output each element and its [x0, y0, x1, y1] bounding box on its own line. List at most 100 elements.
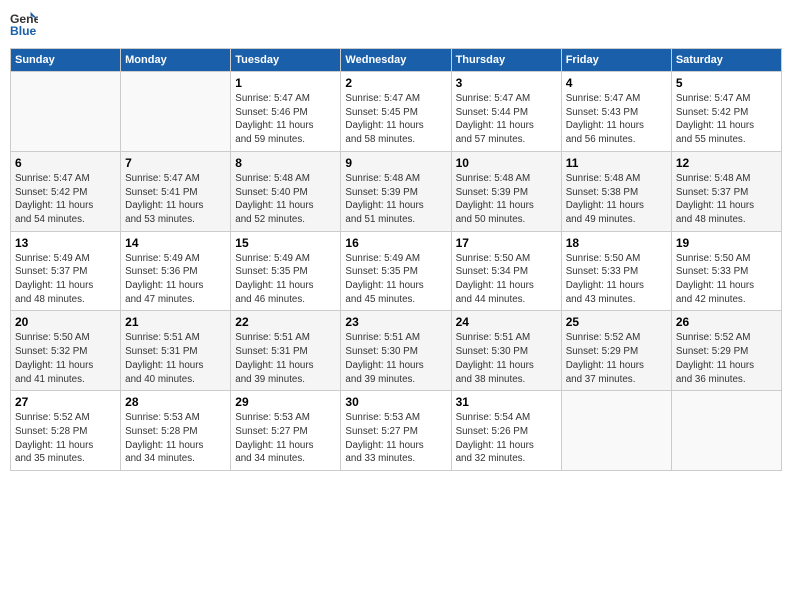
day-number: 11: [566, 156, 667, 170]
calendar-day-cell: 9Sunrise: 5:48 AM Sunset: 5:39 PM Daylig…: [341, 151, 451, 231]
day-header-thursday: Thursday: [451, 49, 561, 72]
day-number: 27: [15, 395, 116, 409]
day-number: 15: [235, 236, 336, 250]
day-number: 1: [235, 76, 336, 90]
day-number: 28: [125, 395, 226, 409]
day-number: 4: [566, 76, 667, 90]
calendar-day-cell: 28 Sunrise: 5:53 AM Sunset: 5:28 PM Dayli…: [121, 391, 231, 471]
calendar-day-cell: 10 Sunrise: 5:48 AM Sunset: 5:39 PM Dayli…: [451, 151, 561, 231]
calendar-header-row: SundayMondayTuesdayWednesdayThursdayFrid…: [11, 49, 782, 72]
day-info: Sunrise: 5:49 AM Sunset: 5:35 PM Dayligh…: [235, 252, 336, 307]
day-header-wednesday: Wednesday: [341, 49, 451, 72]
day-number: 18: [566, 236, 667, 250]
calendar-day-cell: 5Sunrise: 5:47 AM Sunset: 5:42 PM Daylig…: [671, 72, 781, 152]
day-info: Sunrise: 5:50 AM Sunset: 5:32 PM Dayligh…: [15, 331, 116, 386]
day-info: Sunrise: 5:47 AM Sunset: 5:44 PM Dayligh…: [456, 92, 557, 147]
day-info: Sunrise: 5:48 AM Sunset: 5:39 PM Dayligh…: [456, 172, 557, 227]
calendar-day-cell: [11, 72, 121, 152]
calendar-week-4: 20 Sunrise: 5:50 AM Sunset: 5:32 PM Dayli…: [11, 311, 782, 391]
day-number: 13: [15, 236, 116, 250]
calendar-day-cell: 27 Sunrise: 5:52 AM Sunset: 5:28 PM Dayli…: [11, 391, 121, 471]
day-info: Sunrise: 5:53 AM Sunset: 5:27 PM Dayligh…: [345, 411, 446, 466]
day-info: Sunrise: 5:47 AM Sunset: 5:43 PM Dayligh…: [566, 92, 667, 147]
calendar-week-2: 6Sunrise: 5:47 AM Sunset: 5:42 PM Daylig…: [11, 151, 782, 231]
calendar-day-cell: 19 Sunrise: 5:50 AM Sunset: 5:33 PM Dayli…: [671, 231, 781, 311]
day-info: Sunrise: 5:47 AM Sunset: 5:41 PM Dayligh…: [125, 172, 226, 227]
calendar-day-cell: 18 Sunrise: 5:50 AM Sunset: 5:33 PM Dayli…: [561, 231, 671, 311]
day-number: 26: [676, 315, 777, 329]
logo-icon: General Blue: [10, 10, 38, 38]
day-header-saturday: Saturday: [671, 49, 781, 72]
calendar-week-3: 13 Sunrise: 5:49 AM Sunset: 5:37 PM Dayli…: [11, 231, 782, 311]
day-info: Sunrise: 5:47 AM Sunset: 5:45 PM Dayligh…: [345, 92, 446, 147]
day-info: Sunrise: 5:49 AM Sunset: 5:36 PM Dayligh…: [125, 252, 226, 307]
calendar-day-cell: 23Sunrise: 5:51 AM Sunset: 5:30 PM Dayli…: [341, 311, 451, 391]
day-info: Sunrise: 5:51 AM Sunset: 5:30 PM Dayligh…: [456, 331, 557, 386]
day-info: Sunrise: 5:52 AM Sunset: 5:29 PM Dayligh…: [676, 331, 777, 386]
logo: General Blue: [10, 10, 42, 38]
calendar-day-cell: 24 Sunrise: 5:51 AM Sunset: 5:30 PM Dayli…: [451, 311, 561, 391]
day-info: Sunrise: 5:51 AM Sunset: 5:31 PM Dayligh…: [235, 331, 336, 386]
calendar-table: SundayMondayTuesdayWednesdayThursdayFrid…: [10, 48, 782, 471]
calendar-day-cell: 30Sunrise: 5:53 AM Sunset: 5:27 PM Dayli…: [341, 391, 451, 471]
calendar-day-cell: [121, 72, 231, 152]
calendar-day-cell: 6Sunrise: 5:47 AM Sunset: 5:42 PM Daylig…: [11, 151, 121, 231]
day-number: 8: [235, 156, 336, 170]
page-header: General Blue: [10, 10, 782, 38]
day-number: 7: [125, 156, 226, 170]
calendar-day-cell: 11 Sunrise: 5:48 AM Sunset: 5:38 PM Dayli…: [561, 151, 671, 231]
calendar-day-cell: 15 Sunrise: 5:49 AM Sunset: 5:35 PM Dayli…: [231, 231, 341, 311]
day-number: 9: [345, 156, 446, 170]
day-info: Sunrise: 5:48 AM Sunset: 5:37 PM Dayligh…: [676, 172, 777, 227]
calendar-day-cell: 8 Sunrise: 5:48 AM Sunset: 5:40 PM Daylig…: [231, 151, 341, 231]
calendar-day-cell: 16 Sunrise: 5:49 AM Sunset: 5:35 PM Dayli…: [341, 231, 451, 311]
day-number: 25: [566, 315, 667, 329]
calendar-day-cell: 12 Sunrise: 5:48 AM Sunset: 5:37 PM Dayli…: [671, 151, 781, 231]
day-number: 20: [15, 315, 116, 329]
svg-text:Blue: Blue: [10, 24, 37, 38]
day-number: 17: [456, 236, 557, 250]
day-info: Sunrise: 5:50 AM Sunset: 5:34 PM Dayligh…: [456, 252, 557, 307]
day-header-monday: Monday: [121, 49, 231, 72]
calendar-day-cell: 26 Sunrise: 5:52 AM Sunset: 5:29 PM Dayli…: [671, 311, 781, 391]
day-header-friday: Friday: [561, 49, 671, 72]
day-number: 22: [235, 315, 336, 329]
calendar-day-cell: 21Sunrise: 5:51 AM Sunset: 5:31 PM Dayli…: [121, 311, 231, 391]
day-header-sunday: Sunday: [11, 49, 121, 72]
calendar-day-cell: 1 Sunrise: 5:47 AM Sunset: 5:46 PM Daylig…: [231, 72, 341, 152]
day-info: Sunrise: 5:49 AM Sunset: 5:37 PM Dayligh…: [15, 252, 116, 307]
calendar-day-cell: 29 Sunrise: 5:53 AM Sunset: 5:27 PM Dayli…: [231, 391, 341, 471]
day-number: 16: [345, 236, 446, 250]
day-number: 23: [345, 315, 446, 329]
day-info: Sunrise: 5:52 AM Sunset: 5:28 PM Dayligh…: [15, 411, 116, 466]
calendar-day-cell: 20 Sunrise: 5:50 AM Sunset: 5:32 PM Dayli…: [11, 311, 121, 391]
calendar-day-cell: 7 Sunrise: 5:47 AM Sunset: 5:41 PM Daylig…: [121, 151, 231, 231]
day-info: Sunrise: 5:50 AM Sunset: 5:33 PM Dayligh…: [566, 252, 667, 307]
day-info: Sunrise: 5:47 AM Sunset: 5:42 PM Dayligh…: [676, 92, 777, 147]
day-info: Sunrise: 5:48 AM Sunset: 5:40 PM Dayligh…: [235, 172, 336, 227]
calendar-day-cell: 3 Sunrise: 5:47 AM Sunset: 5:44 PM Daylig…: [451, 72, 561, 152]
calendar-day-cell: [561, 391, 671, 471]
day-info: Sunrise: 5:53 AM Sunset: 5:28 PM Dayligh…: [125, 411, 226, 466]
day-number: 3: [456, 76, 557, 90]
day-info: Sunrise: 5:47 AM Sunset: 5:46 PM Dayligh…: [235, 92, 336, 147]
calendar-week-1: 1 Sunrise: 5:47 AM Sunset: 5:46 PM Daylig…: [11, 72, 782, 152]
day-info: Sunrise: 5:48 AM Sunset: 5:38 PM Dayligh…: [566, 172, 667, 227]
day-number: 12: [676, 156, 777, 170]
day-number: 21: [125, 315, 226, 329]
day-number: 10: [456, 156, 557, 170]
day-info: Sunrise: 5:54 AM Sunset: 5:26 PM Dayligh…: [456, 411, 557, 466]
calendar-day-cell: 17 Sunrise: 5:50 AM Sunset: 5:34 PM Dayli…: [451, 231, 561, 311]
day-info: Sunrise: 5:49 AM Sunset: 5:35 PM Dayligh…: [345, 252, 446, 307]
calendar-week-5: 27 Sunrise: 5:52 AM Sunset: 5:28 PM Dayli…: [11, 391, 782, 471]
day-number: 24: [456, 315, 557, 329]
day-info: Sunrise: 5:50 AM Sunset: 5:33 PM Dayligh…: [676, 252, 777, 307]
calendar-day-cell: 31Sunrise: 5:54 AM Sunset: 5:26 PM Dayli…: [451, 391, 561, 471]
day-number: 14: [125, 236, 226, 250]
calendar-day-cell: 22 Sunrise: 5:51 AM Sunset: 5:31 PM Dayli…: [231, 311, 341, 391]
day-info: Sunrise: 5:52 AM Sunset: 5:29 PM Dayligh…: [566, 331, 667, 386]
day-number: 19: [676, 236, 777, 250]
day-info: Sunrise: 5:53 AM Sunset: 5:27 PM Dayligh…: [235, 411, 336, 466]
day-header-tuesday: Tuesday: [231, 49, 341, 72]
day-number: 29: [235, 395, 336, 409]
